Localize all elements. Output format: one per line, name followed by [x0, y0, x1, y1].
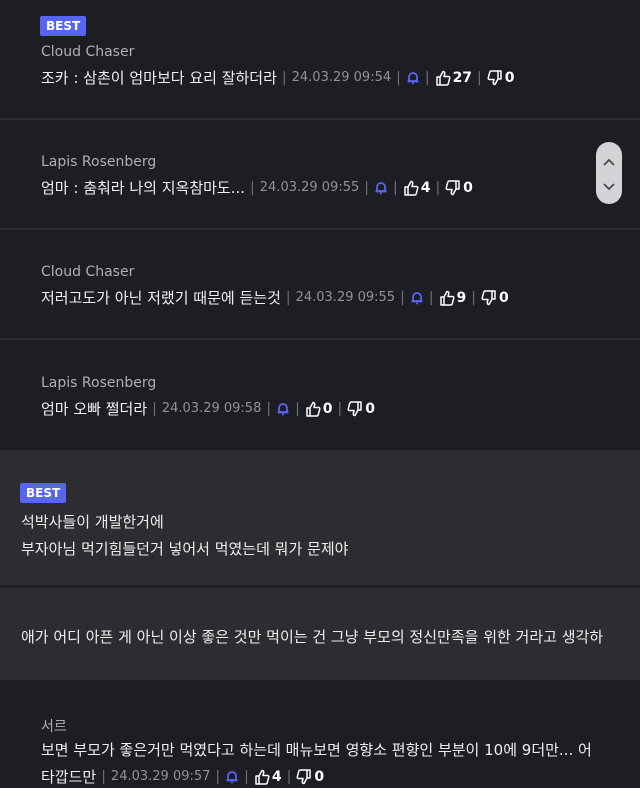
bell-icon[interactable]	[374, 181, 388, 195]
comment-body-line: 엄마 오빠 쩔더라 | 24.03.29 09:58 | | 0 | 0	[41, 398, 375, 419]
separator: |	[392, 179, 398, 196]
separator: |	[244, 768, 249, 785]
comment-author[interactable]: Lapis Rosenberg	[41, 154, 156, 170]
scroll-nav-control[interactable]	[596, 142, 622, 204]
separator: |	[101, 768, 106, 785]
separator: |	[152, 400, 157, 417]
comment-2: Lapis Rosenberg 엄마 : 춤춰라 나의 지옥참마도... | 2…	[0, 120, 640, 228]
separator: |	[396, 69, 401, 86]
post-text-line-2: 부자아님 먹기힘들던거 넣어서 먹였는데 뭐가 문제야	[21, 540, 349, 558]
thumbs-down-icon[interactable]	[347, 400, 363, 417]
bell-icon[interactable]	[276, 402, 290, 416]
bell-icon[interactable]	[410, 291, 424, 305]
comment-body-line: 저러고도가 아닌 저랬기 때문에 듣는것 | 24.03.29 09:55 | …	[41, 287, 509, 308]
comment-author[interactable]: Cloud Chaser	[41, 264, 134, 280]
comment-date: 24.03.29 09:54	[291, 70, 392, 85]
comment-author[interactable]: Lapis Rosenberg	[41, 375, 156, 391]
bell-icon[interactable]	[225, 770, 239, 784]
comment-author[interactable]: 서르	[41, 716, 67, 736]
separator: |	[400, 289, 405, 306]
comment-text: 엄마 : 춤춰라 나의 지옥참마도...	[41, 179, 246, 197]
comment-body-line: 조카 : 삼촌이 엄마보다 요리 잘하더라 | 24.03.29 09:54 |…	[41, 67, 515, 88]
thumbs-down-icon[interactable]	[487, 69, 503, 86]
comment-text-line-1: 보면 부모가 좋은거만 먹였다고 하는데 매뉴보면 영향소 편향인 부분이 10…	[41, 741, 592, 759]
upvote-count: 27	[452, 69, 473, 86]
comment-author[interactable]: Cloud Chaser	[41, 44, 134, 60]
comment-date: 24.03.29 09:55	[295, 290, 396, 305]
comment-text: 저러고도가 아닌 저랬기 때문에 듣는것	[41, 289, 281, 307]
comment-text-line-2: 타깝드만	[41, 768, 97, 786]
comment-body-line: 엄마 : 춤춰라 나의 지옥참마도... | 24.03.29 09:55 | …	[41, 177, 473, 198]
separator: |	[250, 179, 255, 196]
separator: |	[286, 768, 292, 785]
downvote-count: 0	[499, 289, 509, 306]
thumbs-up-icon[interactable]	[435, 70, 451, 86]
separator: |	[266, 400, 272, 417]
chevron-up-icon[interactable]	[603, 151, 615, 170]
best-post: BEST 석박사들이 개발한거에 부자아님 먹기힘들던거 넣어서 먹였는데 뭐가…	[0, 450, 640, 585]
separator: |	[471, 289, 476, 306]
comment-5: 서르 보면 부모가 좋은거만 먹였다고 하는데 매뉴보면 영향소 편향인 부분이…	[0, 680, 640, 788]
separator: |	[477, 69, 482, 86]
reply-post: 애가 어디 아픈 게 아닌 이상 좋은 것만 먹이는 건 그냥 부모의 정신만족…	[0, 588, 640, 680]
upvote-count: 9	[456, 289, 467, 306]
separator: |	[215, 768, 221, 785]
separator: |	[435, 179, 441, 196]
separator: |	[424, 69, 430, 86]
post-text: 애가 어디 아픈 게 아닌 이상 좋은 것만 먹이는 건 그냥 부모의 정신만족…	[21, 628, 604, 646]
separator: |	[337, 400, 343, 417]
thumbs-up-icon[interactable]	[254, 769, 270, 785]
bell-icon[interactable]	[406, 71, 420, 85]
downvote-count: 0	[504, 69, 515, 86]
comment-1: BEST Cloud Chaser 조카 : 삼촌이 엄마보다 요리 잘하더라 …	[0, 0, 640, 118]
separator: |	[295, 400, 300, 417]
downvote-count: 0	[463, 179, 473, 196]
comment-date: 24.03.29 09:58	[161, 401, 262, 416]
chevron-down-icon[interactable]	[603, 176, 615, 195]
thumbs-up-icon[interactable]	[403, 180, 419, 196]
upvote-count: 4	[420, 179, 431, 196]
comment-3: Cloud Chaser 저러고도가 아닌 저랬기 때문에 듣는것 | 24.0…	[0, 230, 640, 338]
thumbs-up-icon[interactable]	[439, 290, 455, 306]
downvote-count: 0	[314, 768, 325, 785]
comment-4: Lapis Rosenberg 엄마 오빠 쩔더라 | 24.03.29 09:…	[0, 340, 640, 450]
separator: |	[428, 289, 434, 306]
best-badge: BEST	[20, 483, 67, 503]
upvote-count: 4	[271, 768, 282, 785]
best-badge: BEST	[40, 16, 87, 36]
thumbs-up-icon[interactable]	[305, 401, 321, 417]
post-text-line-1: 석박사들이 개발한거에	[21, 513, 164, 531]
upvote-count: 0	[322, 400, 333, 417]
comment-date: 24.03.29 09:55	[259, 180, 360, 195]
separator: |	[285, 289, 291, 306]
thumbs-down-icon[interactable]	[296, 768, 312, 785]
comment-body-line: 타깝드만 | 24.03.29 09:57 | | 4 | 0	[41, 766, 324, 787]
thumbs-down-icon[interactable]	[481, 289, 497, 306]
separator: |	[281, 69, 287, 86]
separator: |	[364, 179, 369, 196]
comment-text: 엄마 오빠 쩔더라	[41, 400, 148, 418]
downvote-count: 0	[365, 400, 376, 417]
thumbs-down-icon[interactable]	[445, 179, 461, 196]
comment-text: 조카 : 삼촌이 엄마보다 요리 잘하더라	[41, 69, 277, 87]
comment-date: 24.03.29 09:57	[110, 769, 211, 784]
